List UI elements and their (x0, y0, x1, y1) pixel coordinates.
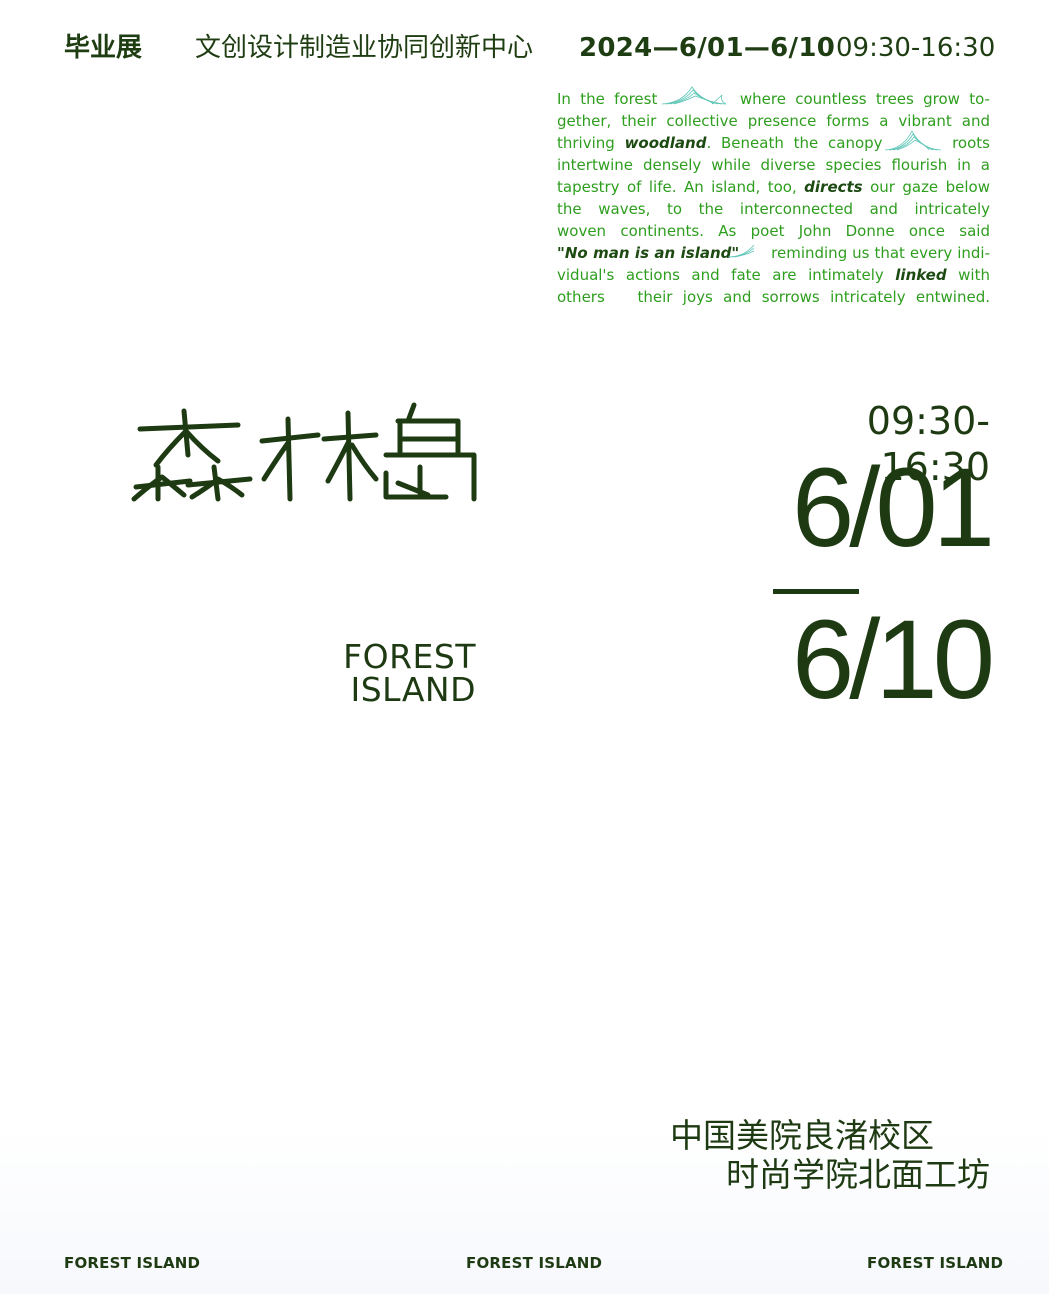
para-line: vidual's actions and fate are intimately… (557, 266, 990, 284)
para-line: "No man is an island" reminding us that … (557, 244, 990, 262)
para-line: woven continents. As poet John Donne onc… (557, 222, 990, 240)
intro-paragraph: In the forest where countless trees grow… (557, 88, 990, 308)
title-logotype (131, 402, 477, 502)
date-separator (773, 589, 859, 594)
footer-brand-center: FOREST ISLAND (466, 1254, 603, 1272)
para-line: others their joys and sorrows intricatel… (557, 288, 990, 306)
organizer-name: 文创设计制造业协同创新中心 (195, 33, 534, 63)
footer-brand-right: FOREST ISLAND (867, 1254, 1004, 1272)
para-line: tapestry of life. An island, too, direct… (557, 178, 990, 196)
para-line: In the forest where countless trees grow… (557, 90, 990, 108)
emph-woodland: woodland (624, 134, 707, 152)
wave-mountain-icon (662, 86, 726, 105)
exhibit-dates: 2024—6/01—6/10 (579, 33, 836, 63)
wave-icon (728, 244, 755, 258)
schedule-end-date: 6/10 (792, 597, 995, 722)
exhibit-time: 09:30-16:30 (836, 33, 996, 63)
para-line: the waves, to the interconnected and int… (557, 200, 990, 218)
para-line: intertwine densely while diverse species… (557, 156, 990, 174)
emph-directs: directs (804, 178, 863, 196)
schedule-start-date: 6/01 (792, 445, 995, 570)
exhibit-label: 毕业展 (64, 33, 143, 63)
emph-linked: linked (895, 266, 947, 284)
footer-brand-left: FOREST ISLAND (64, 1254, 201, 1272)
venue-workshop: 时尚学院北面工坊 (726, 1155, 990, 1194)
emph-quote: "No man is an island" (557, 244, 740, 262)
title-english: FOREST ISLAND (343, 637, 476, 709)
venue-campus: 中国美院良渚校区 (670, 1116, 934, 1155)
wave-mountain-icon (885, 130, 941, 151)
